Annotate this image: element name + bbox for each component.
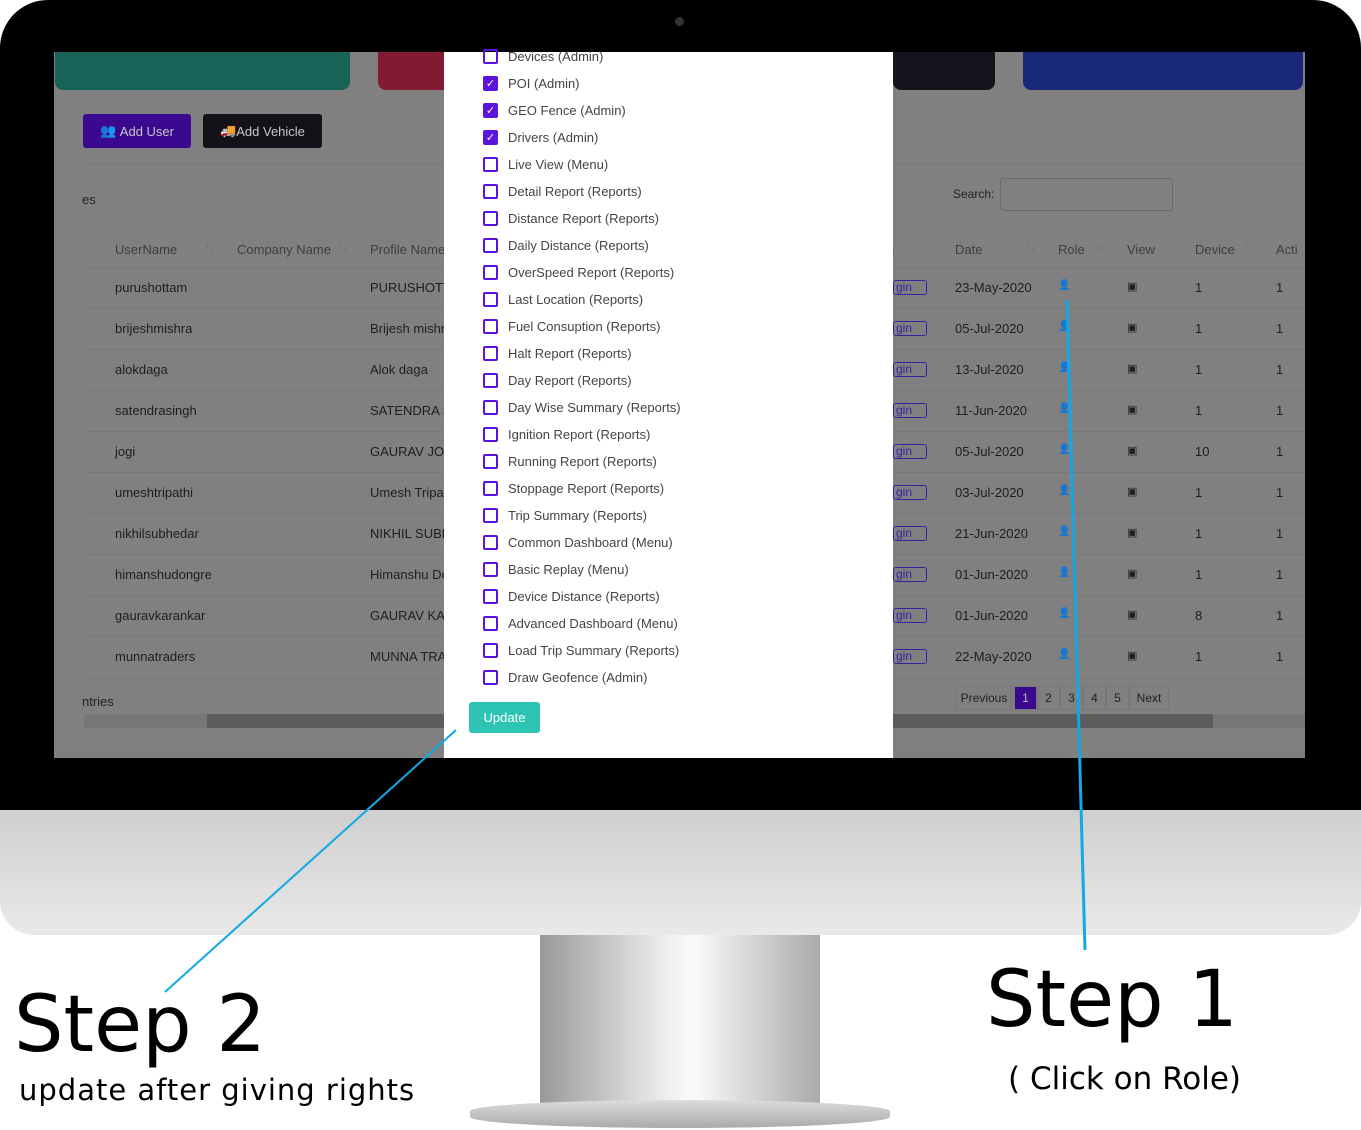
step2-text: update after giving rights	[19, 1073, 416, 1107]
step2-title: Step 2	[14, 980, 267, 1070]
step1-text: ( Click on Role)	[1008, 1061, 1242, 1097]
step1-callout-line	[1065, 299, 1087, 951]
step1-title: Step 1	[986, 955, 1239, 1045]
step2-callout-line	[164, 729, 457, 993]
